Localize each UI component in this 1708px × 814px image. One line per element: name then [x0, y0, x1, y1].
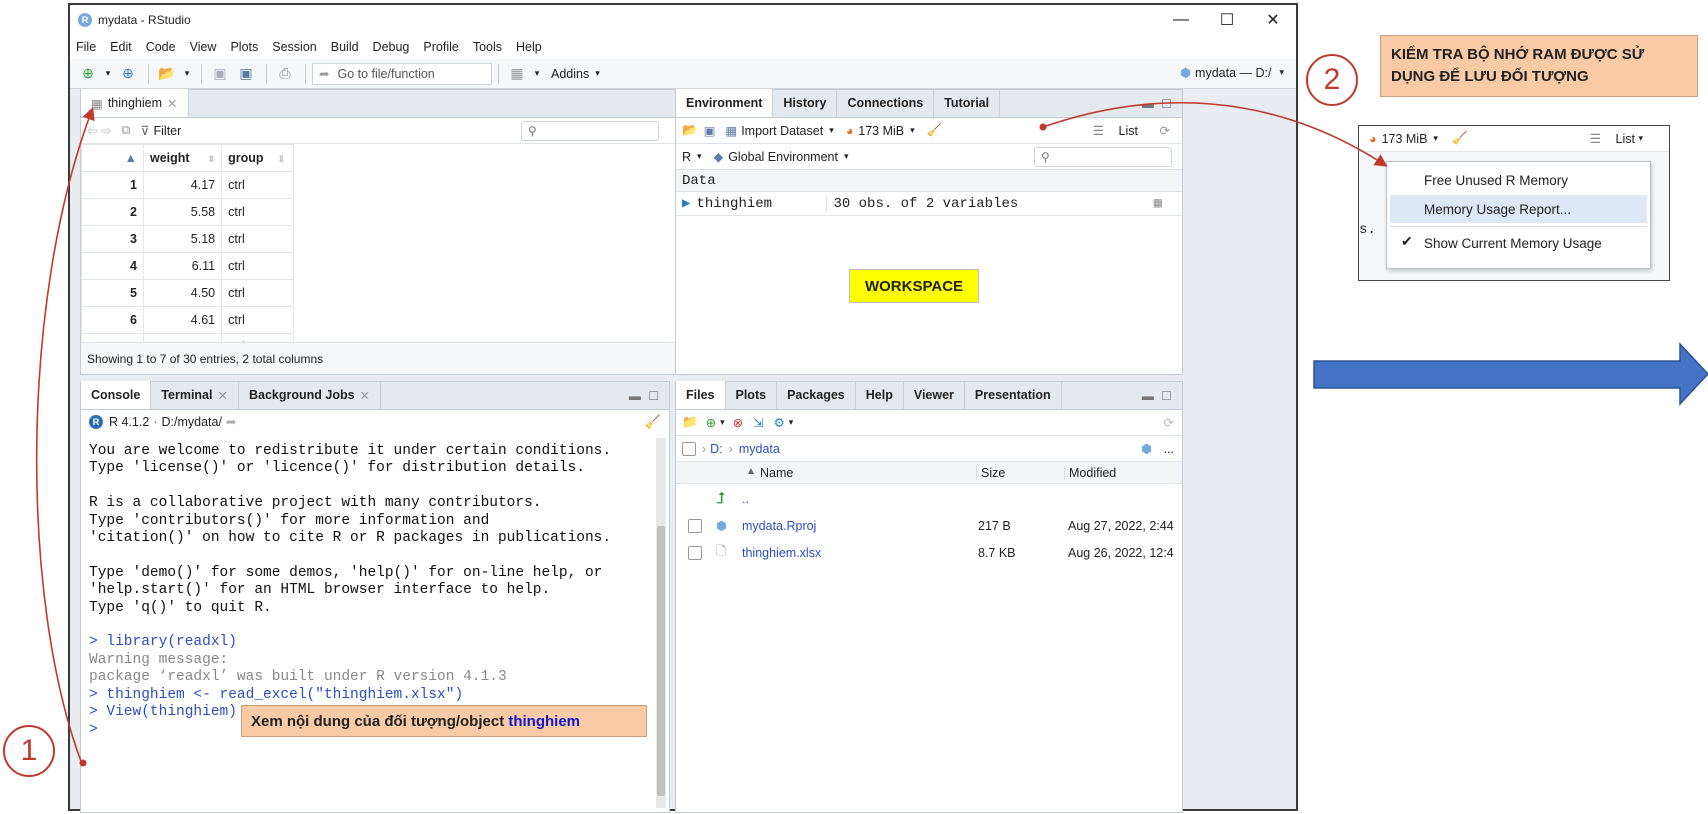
annotation-arrows	[35, 101, 1708, 767]
arrow-console-to-viewer	[35, 107, 95, 765]
arrow-start-dot	[1039, 123, 1047, 131]
arrow-start-dot	[79, 759, 87, 767]
big-right-arrow	[1313, 342, 1708, 406]
arrow-memory-to-popup	[1042, 101, 1388, 167]
